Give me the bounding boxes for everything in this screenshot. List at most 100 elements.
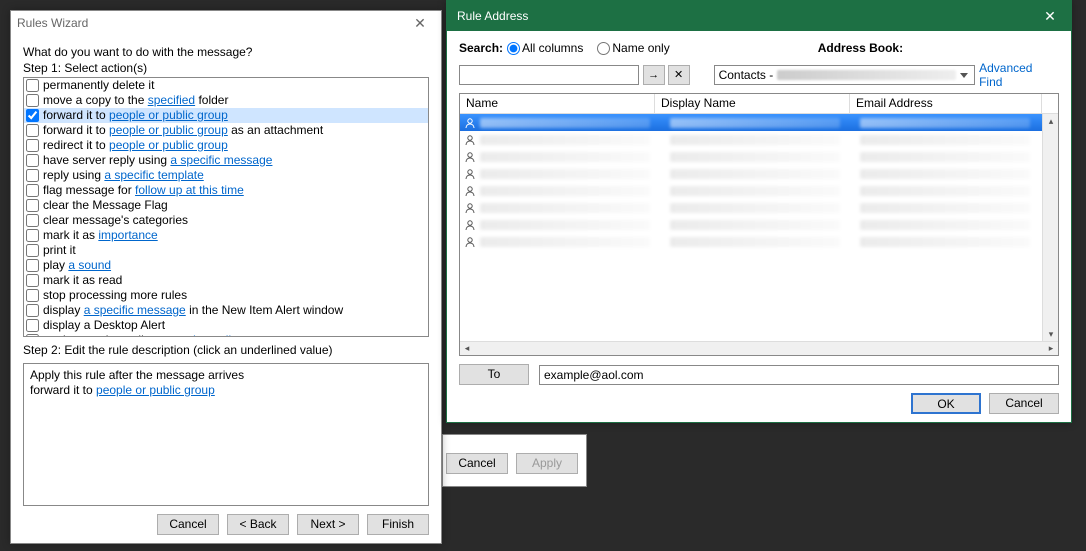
action-checkbox[interactable] (26, 244, 39, 257)
action-link[interactable]: a sound (68, 258, 111, 272)
vertical-scrollbar[interactable]: ▴ ▾ (1042, 114, 1058, 341)
go-button[interactable]: → (643, 65, 665, 85)
contact-row[interactable] (460, 199, 1042, 216)
scroll-right-icon[interactable]: ▸ (1044, 343, 1058, 354)
action-checkbox[interactable] (26, 214, 39, 227)
action-row[interactable]: mark it as importance (24, 228, 428, 243)
close-icon[interactable]: ✕ (1029, 1, 1071, 31)
cancel-button[interactable]: Cancel (989, 393, 1059, 414)
col-header-email[interactable]: Email Address (850, 94, 1042, 113)
wizard-question: What do you want to do with the message? (23, 45, 429, 59)
action-checkbox[interactable] (26, 184, 39, 197)
action-link[interactable]: people or public group (109, 108, 228, 122)
wizard-back-button[interactable]: < Back (227, 514, 289, 535)
action-row[interactable]: clear the Message Flag (24, 198, 428, 213)
action-link[interactable]: a specific template (104, 168, 203, 182)
to-button[interactable]: To (459, 364, 529, 385)
action-label: mark it as importance (43, 228, 158, 243)
action-checkbox[interactable] (26, 169, 39, 182)
action-row[interactable]: redirect it to people or public group (24, 138, 428, 153)
action-row[interactable]: display a Desktop Alert (24, 318, 428, 333)
contact-row[interactable] (460, 182, 1042, 199)
person-icon (464, 151, 476, 163)
address-book-select[interactable]: Contacts - (714, 65, 976, 85)
action-checkbox[interactable] (26, 319, 39, 332)
action-checkbox[interactable] (26, 274, 39, 287)
person-icon (464, 117, 476, 129)
action-row[interactable]: forward it to people or public group as … (24, 123, 428, 138)
action-label: play a sound (43, 258, 111, 273)
action-checkbox[interactable] (26, 124, 39, 137)
underlying-cancel-button[interactable]: Cancel (446, 453, 508, 474)
action-link[interactable]: a specific message (170, 153, 272, 167)
action-row[interactable]: play a sound (24, 258, 428, 273)
scroll-up-icon[interactable]: ▴ (1043, 114, 1059, 128)
search-input[interactable] (459, 65, 639, 85)
contacts-body[interactable] (460, 114, 1042, 341)
wizard-cancel-button[interactable]: Cancel (157, 514, 219, 535)
ok-button[interactable]: OK (911, 393, 981, 414)
col-header-display[interactable]: Display Name (655, 94, 850, 113)
close-icon[interactable]: ✕ (405, 15, 435, 32)
search-label: Search: (459, 41, 507, 55)
rules-wizard-titlebar[interactable]: Rules Wizard ✕ (11, 11, 441, 35)
action-link[interactable]: a specific message (84, 303, 186, 317)
action-row[interactable]: flag message for follow up at this time (24, 183, 428, 198)
action-row[interactable]: print it (24, 243, 428, 258)
action-checkbox[interactable] (26, 199, 39, 212)
action-checkbox[interactable] (26, 289, 39, 302)
scroll-down-icon[interactable]: ▾ (1043, 327, 1059, 341)
action-label: forward it to people or public group as … (43, 123, 323, 138)
action-link[interactable]: people or public group (109, 138, 228, 152)
action-checkbox[interactable] (26, 304, 39, 317)
clear-button[interactable]: ✕ (668, 65, 690, 85)
action-link[interactable]: people or public group (109, 123, 228, 137)
wizard-next-button[interactable]: Next > (297, 514, 359, 535)
action-row[interactable]: forward it to people or public group (24, 108, 428, 123)
action-row[interactable]: display a specific message in the New It… (24, 303, 428, 318)
rule-description-box[interactable]: Apply this rule after the message arrive… (23, 363, 429, 506)
action-row[interactable]: move a copy to the specified folder (24, 93, 428, 108)
actions-list[interactable]: permanently delete itmove a copy to the … (23, 77, 429, 337)
horizontal-scrollbar[interactable]: ◂ ▸ (460, 341, 1058, 355)
action-row[interactable]: reply using a specific template (24, 168, 428, 183)
action-checkbox[interactable] (26, 229, 39, 242)
action-checkbox[interactable] (26, 94, 39, 107)
action-row[interactable]: apply retention policy: retention policy (24, 333, 428, 337)
col-header-name[interactable]: Name (460, 94, 655, 113)
name-only-radio[interactable]: Name only (597, 41, 669, 55)
action-row[interactable]: mark it as read (24, 273, 428, 288)
action-link[interactable]: importance (98, 228, 157, 242)
all-columns-radio[interactable]: All columns (507, 41, 583, 55)
action-label: forward it to people or public group (43, 108, 228, 123)
person-icon (464, 202, 476, 214)
action-link[interactable]: specified (148, 93, 195, 107)
action-link[interactable]: retention policy (162, 333, 243, 337)
action-checkbox[interactable] (26, 79, 39, 92)
contact-row[interactable] (460, 165, 1042, 182)
action-checkbox[interactable] (26, 109, 39, 122)
action-row[interactable]: clear message's categories (24, 213, 428, 228)
advanced-find-link[interactable]: Advanced Find (979, 61, 1059, 89)
to-input[interactable] (539, 365, 1059, 385)
contact-row[interactable] (460, 148, 1042, 165)
desc-people-link[interactable]: people or public group (96, 383, 215, 397)
action-checkbox[interactable] (26, 259, 39, 272)
action-row[interactable]: have server reply using a specific messa… (24, 153, 428, 168)
contact-row[interactable] (460, 114, 1042, 131)
contact-row[interactable] (460, 131, 1042, 148)
action-checkbox[interactable] (26, 139, 39, 152)
rule-address-window: Rule Address ✕ Search: All columns Name … (446, 0, 1072, 423)
action-row[interactable]: permanently delete it (24, 78, 428, 93)
person-icon (464, 219, 476, 231)
wizard-finish-button[interactable]: Finish (367, 514, 429, 535)
action-checkbox[interactable] (26, 334, 39, 337)
action-row[interactable]: stop processing more rules (24, 288, 428, 303)
rule-address-titlebar[interactable]: Rule Address ✕ (447, 1, 1071, 31)
action-link[interactable]: follow up at this time (135, 183, 244, 197)
contact-row[interactable] (460, 233, 1042, 250)
person-icon (464, 134, 476, 146)
action-checkbox[interactable] (26, 154, 39, 167)
scroll-left-icon[interactable]: ◂ (460, 343, 474, 354)
contact-row[interactable] (460, 216, 1042, 233)
